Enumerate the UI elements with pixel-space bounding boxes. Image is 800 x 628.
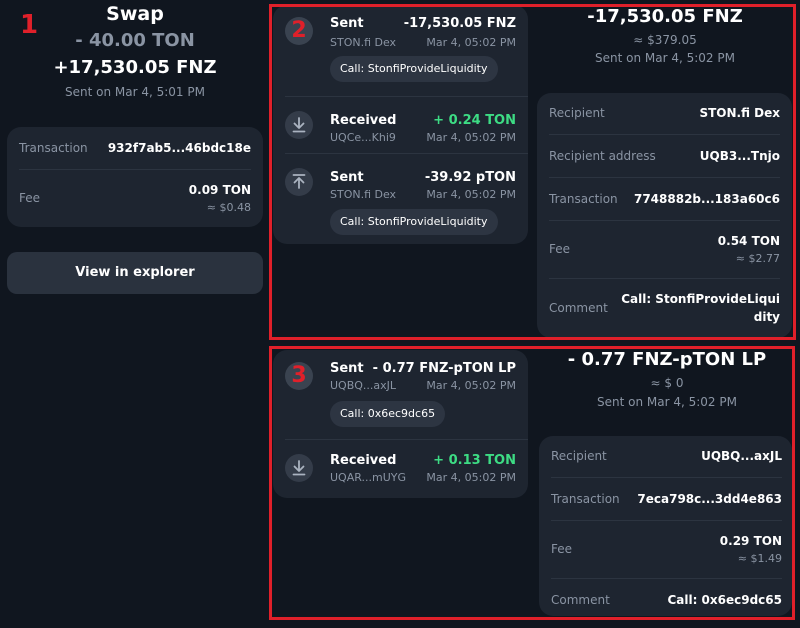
swap-sent-amount: - 40.00 TON [75,30,195,51]
view-in-explorer-button[interactable]: View in explorer [7,252,263,294]
fee-label: Fee [19,191,41,205]
swap-received-amount: +17,530.05 FNZ [53,57,217,78]
fee-fiat: ≈ $0.48 [206,201,251,214]
transaction-hash[interactable]: 932f7ab5...46bdc18e [108,141,251,155]
divider [19,169,251,170]
transaction-label: Transaction [19,141,88,155]
annotation-box-3 [269,346,795,620]
swap-subtitle: Sent on Mar 4, 5:01 PM [65,85,205,99]
swap-title: Swap [106,3,164,25]
annotation-box-2 [269,4,796,340]
swap-details-card: Transaction 932f7ab5...46bdc18e Fee 0.09… [7,127,263,227]
fee-value: 0.09 TON [188,183,251,197]
